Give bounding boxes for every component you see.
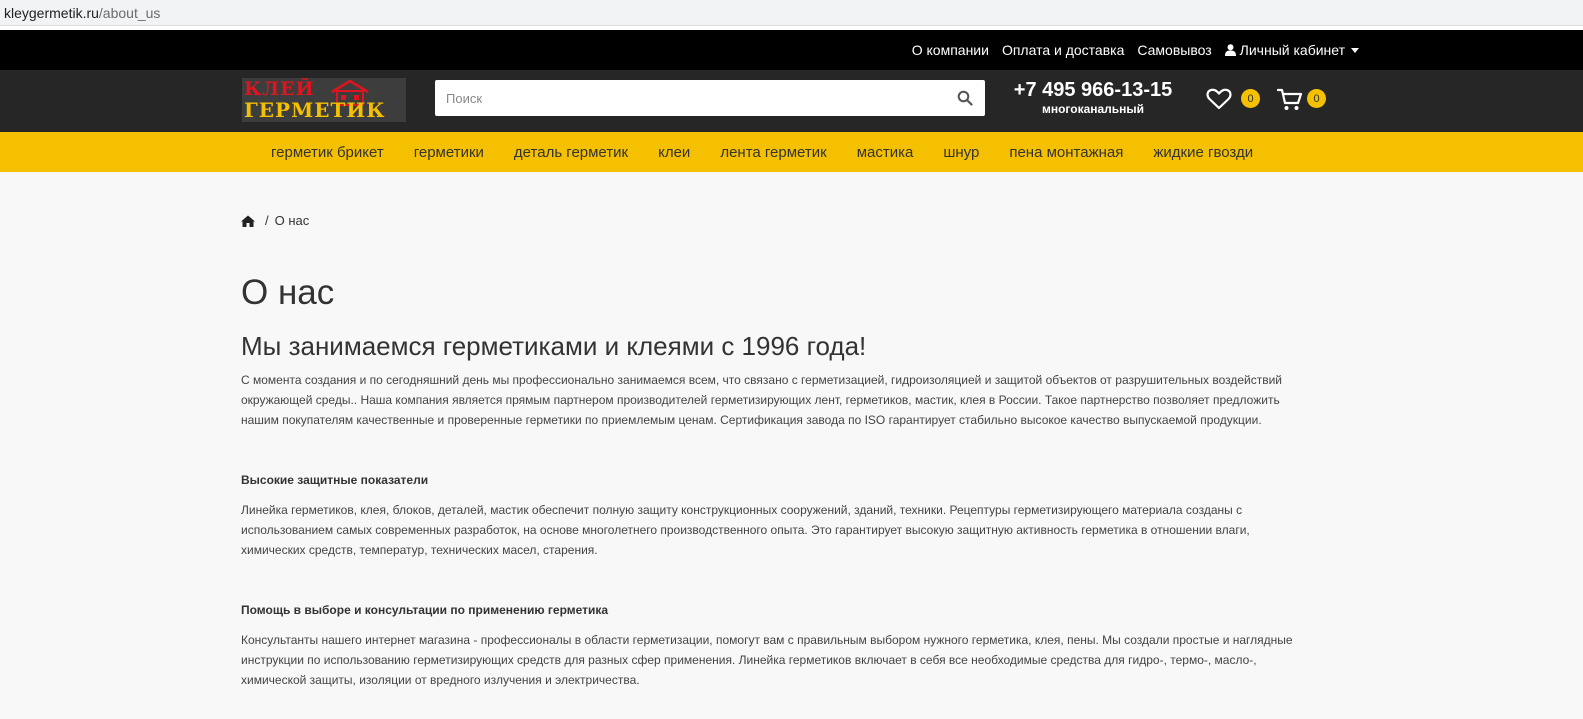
phone-number[interactable]: +7 495 966-13-15 xyxy=(1010,78,1176,102)
search-bar xyxy=(435,80,985,116)
top-bar: О компании Оплата и доставка Самовывоз Л… xyxy=(0,30,1583,70)
account-menu[interactable]: Личный кабинет xyxy=(1224,42,1359,58)
cart-count-badge: 0 xyxy=(1307,89,1326,108)
main-content: / О нас О нас Мы занимаемся герметиками … xyxy=(0,213,1360,690)
category-link-sealants[interactable]: герметики xyxy=(414,144,484,161)
search-input[interactable] xyxy=(435,80,957,116)
topbar-link-payment-delivery[interactable]: Оплата и доставка xyxy=(1002,42,1124,58)
intro-line: С момента создания и по сегодняшний день… xyxy=(241,373,1282,387)
account-label: Личный кабинет xyxy=(1239,42,1345,58)
intro-line: нашим покупателям качественные и провере… xyxy=(241,413,1262,427)
section-line: химической защиты, изоляции от вредного … xyxy=(241,673,640,687)
chevron-down-icon xyxy=(1351,47,1359,53)
category-link-glues[interactable]: клеи xyxy=(658,144,690,161)
section-line: Линейка герметиков, клея, блоков, детале… xyxy=(241,503,1243,517)
section-title-protection: Высокие защитные показатели xyxy=(241,473,429,487)
category-link-foam[interactable]: пена монтажная xyxy=(1009,144,1123,161)
site-header: КЛЕЙ ГЕРМЕТИК +7 495 966-13-15 многокана… xyxy=(0,70,1583,132)
breadcrumb-separator: / xyxy=(265,213,269,228)
category-link-cord[interactable]: шнур xyxy=(943,144,979,161)
cart-icon[interactable] xyxy=(1277,88,1303,112)
category-link-sealant-tape[interactable]: лента герметик xyxy=(720,144,826,161)
url-domain: kleygermetik.ru xyxy=(4,4,99,21)
favorites-count-badge: 0 xyxy=(1241,89,1260,108)
breadcrumb-current: О нас xyxy=(274,213,310,228)
search-icon[interactable] xyxy=(957,90,973,106)
section-text-consulting: Консультанты нашего интернет магазина - … xyxy=(241,630,1360,690)
section-line: инструкции по использованию герметизирую… xyxy=(241,653,1257,667)
phone-note: многоканальный xyxy=(1041,102,1145,116)
user-icon xyxy=(1224,44,1236,56)
home-icon[interactable] xyxy=(241,215,255,227)
topbar-link-pickup[interactable]: Самовывоз xyxy=(1137,42,1211,58)
section-line: использованием самых современных разрабо… xyxy=(241,523,1250,537)
logo-text-top: КЛЕЙ xyxy=(244,78,315,100)
page-title: О нас xyxy=(241,273,335,312)
intro-line: окружающей среды.. Наша компания являетс… xyxy=(241,393,1280,407)
section-text-protection: Линейка герметиков, клея, блоков, детале… xyxy=(241,500,1360,560)
site-logo[interactable]: КЛЕЙ ГЕРМЕТИК xyxy=(242,78,406,122)
category-link-mastic[interactable]: мастика xyxy=(857,144,914,161)
category-link-briquette[interactable]: герметик брикет xyxy=(271,144,384,161)
section-title-consulting: Помощь в выборе и консультации по примен… xyxy=(241,603,609,617)
breadcrumb: / О нас xyxy=(241,213,1360,228)
url-path: /about_us xyxy=(98,4,161,21)
page-subtitle: Мы занимаемся герметиками и клеями с 199… xyxy=(241,331,867,361)
category-nav: герметик брикет герметики деталь гермети… xyxy=(0,132,1583,172)
phone-block: +7 495 966-13-15 многоканальный xyxy=(1010,78,1176,116)
intro-paragraph: С момента создания и по сегодняшний день… xyxy=(241,370,1360,430)
section-line: Консультанты нашего интернет магазина - … xyxy=(241,633,1293,647)
heart-icon[interactable] xyxy=(1206,88,1232,110)
category-link-liquid-nails[interactable]: жидкие гвозди xyxy=(1153,144,1253,161)
browser-address-bar[interactable]: kleygermetik.ru/about_us xyxy=(0,0,1583,26)
category-link-sealant-parts[interactable]: деталь герметик xyxy=(514,144,628,161)
topbar-link-about[interactable]: О компании xyxy=(912,42,989,58)
section-line: химических средств, температур, техничес… xyxy=(241,543,598,557)
logo-text-bottom: ГЕРМЕТИК xyxy=(244,98,386,122)
